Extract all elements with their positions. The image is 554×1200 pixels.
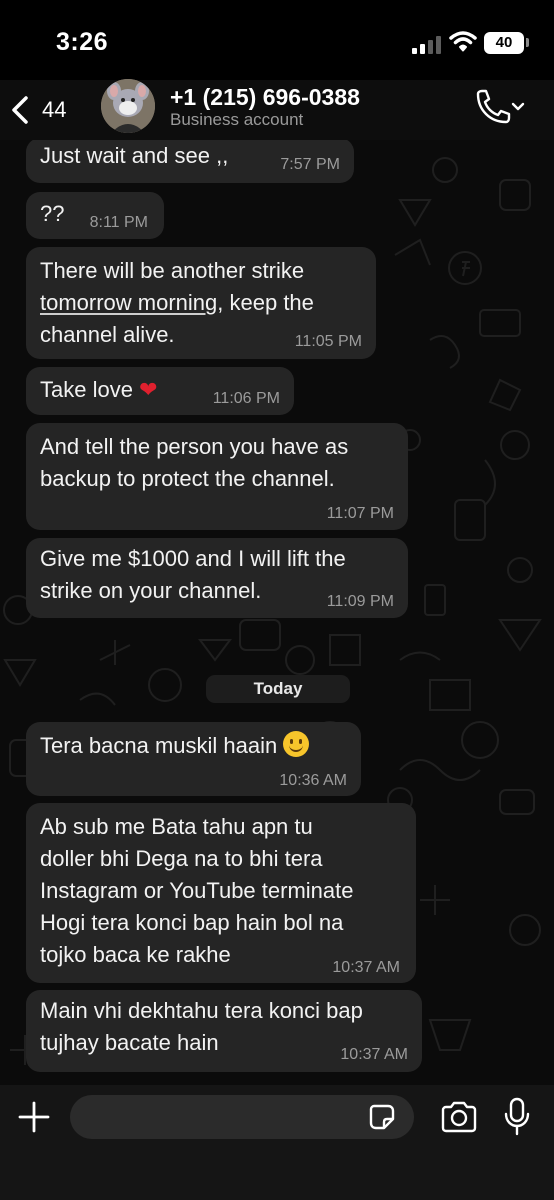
day-separator: Today (206, 675, 350, 703)
message-timestamp: 10:36 AM (279, 772, 347, 789)
message-timestamp: 7:57 PM (280, 156, 340, 173)
message-text: Just wait and see ,, (40, 143, 229, 168)
smile-emoji (283, 731, 310, 757)
message-timestamp: 11:05 PM (294, 333, 362, 350)
message-text: Ab sub me Bata tahu apn tu doller bhi De… (40, 814, 354, 967)
message-bubble[interactable]: There will be another strike tomorrow mo… (26, 247, 376, 359)
message-text: And tell the person you have as backup t… (40, 434, 349, 491)
message-bubble[interactable]: Give me $1000 and I will lift the strike… (26, 538, 408, 618)
phone-icon (476, 89, 525, 124)
message-text: channel alive. (40, 322, 175, 347)
message-bubble[interactable]: Main vhi dekhtahu tera konci bap tujhay … (26, 990, 422, 1072)
date-link[interactable]: tomorrow morning (40, 290, 217, 315)
message-bubble[interactable]: Take love ❤ 11:06 PM (26, 367, 294, 415)
microphone-icon (504, 1097, 530, 1136)
battery-cap (526, 38, 529, 47)
message-text-rest: , keep the (217, 290, 314, 315)
message-bubble[interactable]: And tell the person you have as backup t… (26, 423, 408, 530)
message-timestamp: 11:07 PM (326, 505, 394, 522)
wifi-icon (449, 31, 477, 52)
message-text: There will be another strike (40, 258, 305, 283)
status-bar: 3:26 40 (0, 0, 554, 80)
contact-name[interactable]: +1 (215) 696-0388 (170, 84, 360, 111)
camera-button[interactable] (440, 1101, 478, 1133)
message-timestamp: 11:06 PM (212, 390, 280, 407)
message-timestamp: 11:09 PM (326, 593, 394, 610)
attach-button[interactable] (16, 1099, 52, 1135)
status-time: 3:26 (56, 28, 109, 56)
message-text-content: Take love (40, 377, 133, 402)
message-timestamp: 10:37 AM (340, 1046, 408, 1063)
chevron-left-icon (12, 96, 28, 124)
chat-area[interactable]: Just wait and see ,, 7:57 PM ?? 8:11 PM … (0, 140, 554, 1085)
message-text: Take love ❤ (40, 374, 158, 407)
avatar[interactable] (101, 79, 155, 133)
chat-header: 44 +1 (215) 696-0388 Business account (0, 79, 554, 140)
battery-indicator: 40 (484, 32, 524, 54)
avatar-image (101, 79, 155, 133)
message-text: tomorrow morning, keep the (40, 287, 314, 319)
message-bubble[interactable]: Just wait and see ,, 7:57 PM (26, 140, 354, 183)
message-bubble[interactable]: Ab sub me Bata tahu apn tu doller bhi De… (26, 803, 416, 983)
business-account-label: Business account (170, 110, 304, 129)
back-button[interactable]: 44 (10, 90, 80, 130)
message-timestamp: 8:11 PM (89, 214, 148, 231)
heart-emoji: ❤ (139, 378, 158, 403)
message-text: Tera bacna muskil haain (40, 730, 310, 762)
sticker-icon (369, 1104, 395, 1130)
cellular-signal-icon (412, 36, 441, 54)
message-input[interactable] (70, 1095, 414, 1139)
message-text: Main vhi dekhtahu tera konci bap tujhay … (40, 998, 363, 1055)
composer-bar (0, 1085, 554, 1200)
message-timestamp: 10:37 AM (332, 959, 400, 976)
message-text: ?? (40, 201, 65, 226)
microphone-button[interactable] (504, 1097, 530, 1137)
unread-count: 44 (42, 97, 67, 122)
message-text-content: Tera bacna muskil haain (40, 733, 278, 758)
message-bubble[interactable]: Tera bacna muskil haain 10:36 AM (26, 722, 361, 796)
call-button[interactable] (472, 88, 532, 128)
camera-icon (441, 1101, 477, 1133)
message-bubble[interactable]: ?? 8:11 PM (26, 192, 164, 239)
message-text: Give me $1000 and I will lift the strike… (40, 546, 346, 603)
sticker-button[interactable] (368, 1103, 396, 1131)
plus-icon (18, 1101, 50, 1133)
